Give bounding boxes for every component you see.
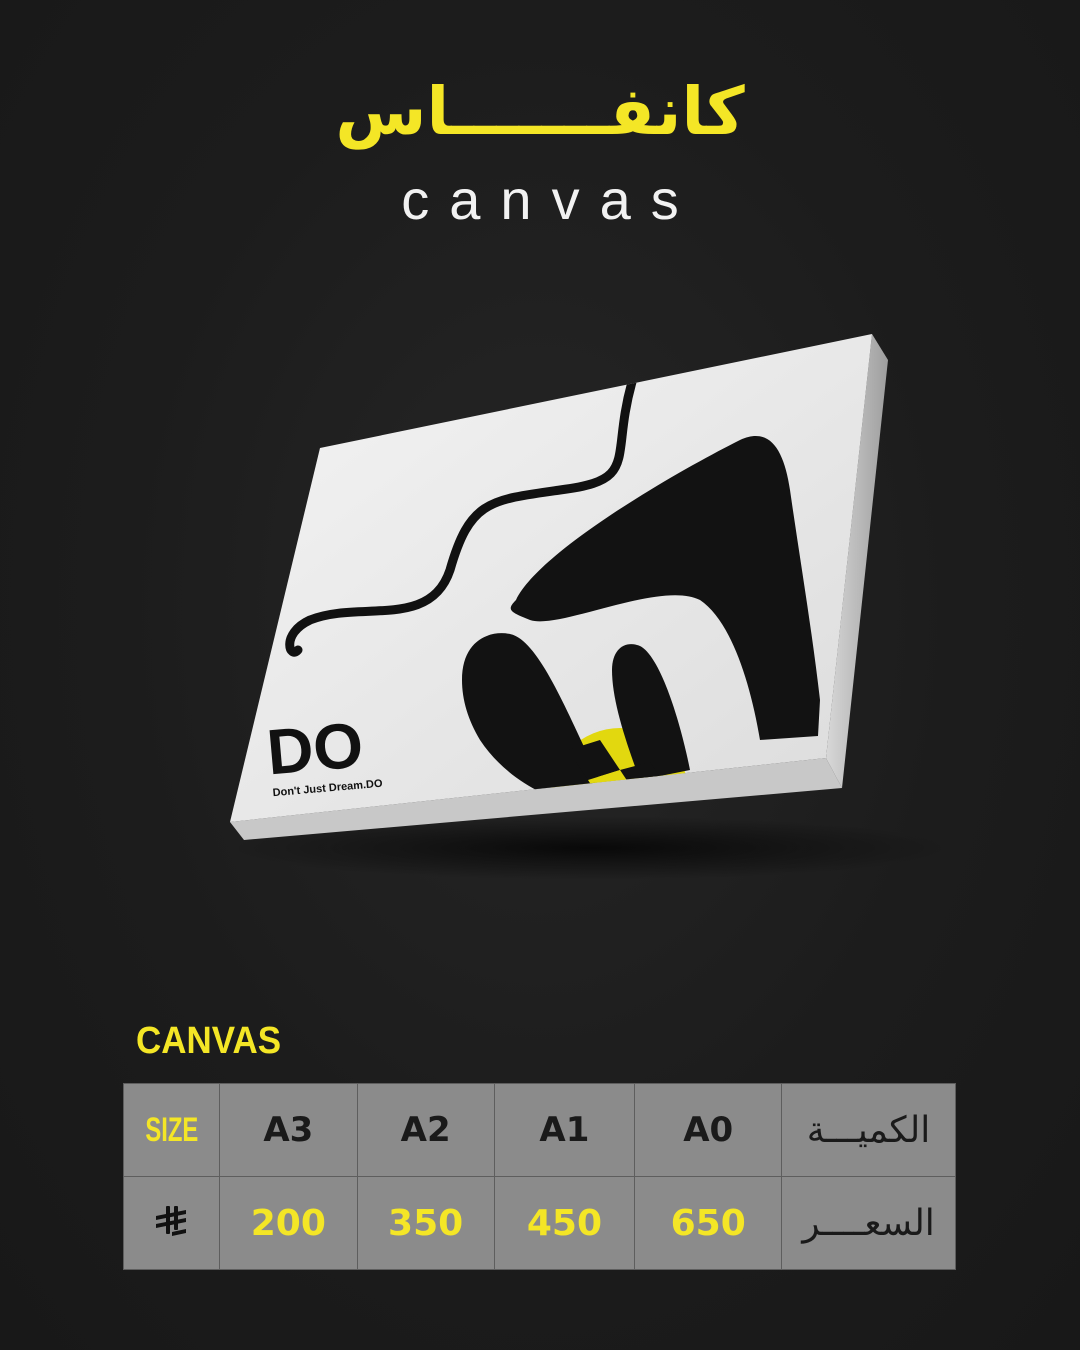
- size-a0-cell: A0: [634, 1083, 783, 1177]
- table-row-prices: 200 350 450 650 السعــــر: [123, 1176, 956, 1270]
- size-header-cell: SIZE: [123, 1083, 220, 1177]
- brand-logo: DO: [264, 708, 366, 788]
- saudi-riyal-icon: [156, 1206, 187, 1236]
- currency-cell: [123, 1176, 220, 1270]
- quantity-label-arabic: الكميـــة: [781, 1083, 956, 1177]
- pricing-section-label: CANVAS: [136, 1020, 282, 1062]
- price-table: SIZE A3 A2 A1 A0 الكميـــة 200 350 450 6…: [123, 1083, 956, 1270]
- page-title-arabic: كانفـــــــاس: [335, 73, 745, 150]
- price-a1-cell: 450: [493, 1176, 636, 1270]
- table-row-sizes: SIZE A3 A2 A1 A0 الكميـــة: [123, 1083, 956, 1177]
- size-label: SIZE: [145, 1110, 198, 1149]
- size-a1-cell: A1: [493, 1083, 636, 1177]
- price-a3-cell: 200: [218, 1176, 358, 1270]
- price-label-arabic: السعــــر: [781, 1176, 956, 1270]
- page-title-english: canvas: [401, 168, 699, 231]
- canvas-product-image: DO Don't Just Dream.DO: [230, 334, 950, 880]
- price-a0-cell: 650: [634, 1176, 783, 1270]
- price-a2-cell: 350: [356, 1176, 495, 1270]
- size-a3-cell: A3: [218, 1083, 358, 1177]
- size-a2-cell: A2: [356, 1083, 495, 1177]
